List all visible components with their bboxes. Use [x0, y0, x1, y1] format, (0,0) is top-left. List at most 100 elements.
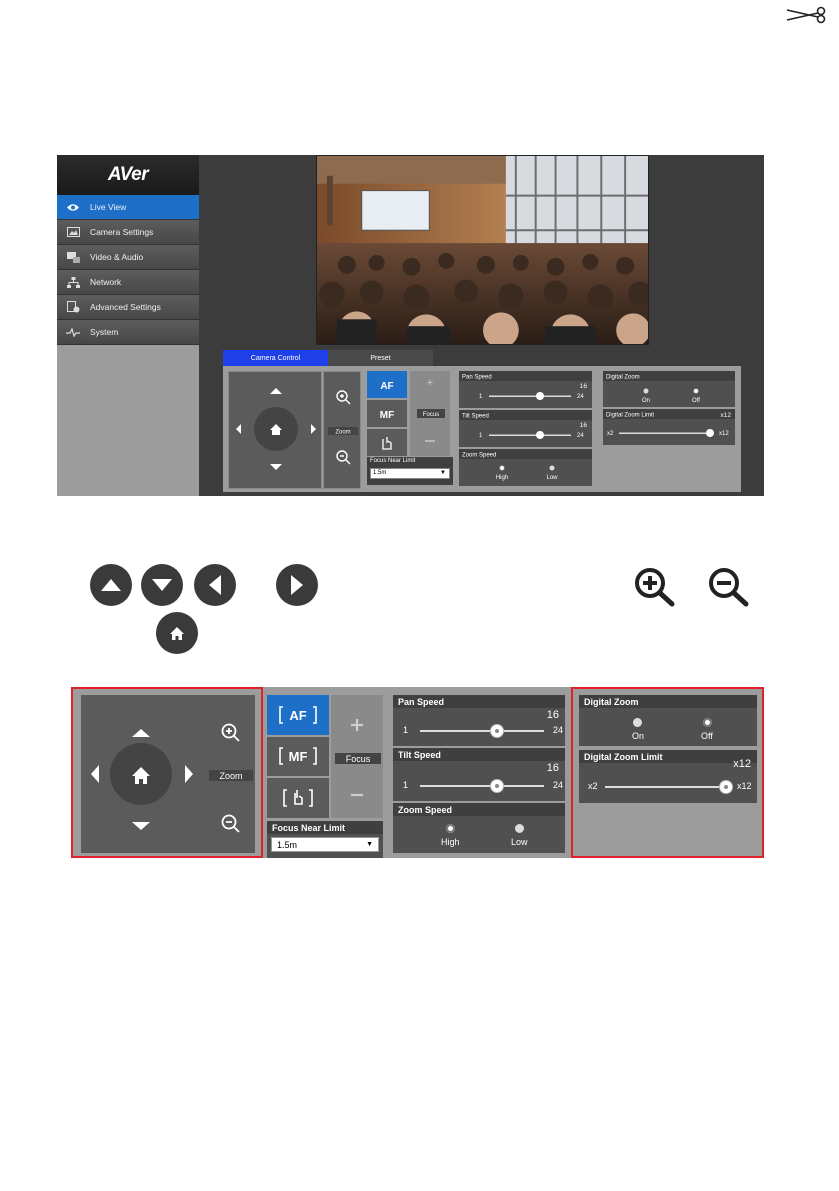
- svg-text:x12: x12: [719, 431, 729, 437]
- zoom-speed-header: Zoom Speed: [393, 803, 565, 816]
- svg-text:24: 24: [577, 433, 584, 439]
- pan-speed-body: 16 1 24: [393, 708, 565, 746]
- zoom-in-icon: [635, 568, 675, 607]
- svg-text:Low: Low: [546, 475, 558, 481]
- camera-control-panel-small: Zoom AF MF + Focus Focus Near Limit 1.5m…: [223, 366, 741, 492]
- tilt-speed-body: 16 1 24: [393, 761, 565, 801]
- pan-speed-value: 16: [546, 709, 559, 721]
- sidebar-item-video-audio[interactable]: Video & Audio: [57, 245, 199, 270]
- digital-zoom-small: Digital Zoom On Off Digital Zoom Limit x…: [603, 371, 736, 446]
- mf-button[interactable]: MF: [267, 737, 329, 776]
- eye-icon: [65, 201, 81, 213]
- image-icon: [65, 226, 81, 238]
- focus-near-limit-small: Focus Near Limit 1.5m ▼: [367, 457, 453, 485]
- zoom-speed-low-label: Low: [511, 837, 528, 847]
- af-button-label: AF: [380, 381, 393, 392]
- zoom-out-icon: [709, 568, 749, 607]
- pan-speed-track: [420, 730, 544, 732]
- arrow-right-icon: [276, 564, 318, 606]
- pan-speed-knob-small: [536, 392, 544, 400]
- pan-down-button: [270, 464, 282, 470]
- svg-text:x12: x12: [721, 412, 732, 419]
- pan-up-button: [270, 388, 282, 394]
- tilt-speed-track: [420, 785, 544, 787]
- control-tabs: Camera Control Preset: [223, 350, 433, 366]
- sidebar-item-camera-settings[interactable]: Camera Settings: [57, 220, 199, 245]
- tilt-speed-label-small: Tilt Speed: [462, 414, 489, 420]
- focus-adjust-column: Focus: [331, 695, 383, 818]
- digital-zoom-label-small: Digital Zoom: [606, 375, 640, 381]
- pan-speed-slider-knob[interactable]: [491, 725, 503, 737]
- sidebar: AVer Live View Camera Settings Video & A…: [57, 155, 199, 496]
- pan-right-button: [311, 424, 316, 434]
- tab-camera-control[interactable]: Camera Control: [223, 350, 328, 366]
- zoom-in-icon: [336, 390, 351, 405]
- focus-buttons: AF MF + Focus: [367, 371, 453, 456]
- ptz-highlight-box: [71, 687, 263, 858]
- zoom-speed-high-label: High: [441, 837, 460, 847]
- live-video-preview: [316, 155, 649, 345]
- arrow-left-icon: [194, 564, 236, 606]
- home-icon: [156, 612, 198, 654]
- tilt-speed-value-small: 16: [580, 422, 588, 429]
- zoom-out-icon: [336, 450, 351, 465]
- svg-text:MF: MF: [289, 749, 308, 764]
- tilt-speed-knob-small: [536, 431, 544, 439]
- web-ui-screenshot: AVer Live View Camera Settings Video & A…: [57, 155, 764, 496]
- focus-near-limit-label: Focus Near Limit: [267, 821, 383, 834]
- sidebar-item-system[interactable]: System: [57, 320, 199, 345]
- settings-doc-icon: [65, 301, 81, 313]
- ptz-pad: [228, 371, 322, 489]
- zoom-speed-body: High Low: [393, 816, 565, 853]
- pan-speed-max: 24: [553, 725, 564, 735]
- pan-speed-value-small: 16: [580, 383, 588, 390]
- tilt-speed-slider-knob[interactable]: [491, 780, 503, 792]
- camera-control-panel-large: Zoom AF MF Focus Focus Near Limit 1.5m ▼…: [71, 687, 764, 858]
- pan-speed-min: 1: [403, 725, 409, 735]
- scissors-icon: [786, 6, 826, 24]
- svg-text:Off: Off: [692, 398, 700, 404]
- mf-button-label: MF: [380, 410, 394, 421]
- zoom-speed-label-small: Zoom Speed: [462, 453, 496, 459]
- focus-near-limit-select[interactable]: 1.5m ▼: [271, 837, 379, 852]
- arrow-down-icon: [141, 564, 183, 606]
- svg-text:24: 24: [577, 394, 584, 400]
- arrow-up-icon: [90, 564, 132, 606]
- pan-left-button: [236, 424, 241, 434]
- svg-text:x2: x2: [607, 431, 614, 437]
- tilt-speed-max: 24: [553, 780, 564, 790]
- svg-text:+: +: [427, 377, 433, 389]
- focus-near-limit-select-small[interactable]: 1.5m ▼: [370, 468, 450, 479]
- zoom-speed-high-radio[interactable]: [446, 824, 455, 833]
- focus-label-small: Focus: [423, 412, 439, 418]
- svg-text:On: On: [642, 398, 650, 404]
- zoom-label-small: Zoom: [335, 430, 350, 436]
- tilt-speed-header: Tilt Speed: [393, 748, 565, 761]
- sidebar-item-live-view[interactable]: Live View: [57, 195, 199, 220]
- video-audio-icon: [65, 251, 81, 263]
- aver-logo: AVer: [57, 155, 199, 195]
- network-icon: [65, 276, 81, 288]
- svg-text:AF: AF: [289, 708, 306, 723]
- pulse-icon: [65, 326, 81, 338]
- pan-speed-label-small: Pan Speed: [462, 375, 492, 381]
- sidebar-item-advanced-settings[interactable]: Advanced Settings: [57, 295, 199, 320]
- focus-plus-button: [351, 719, 363, 731]
- zoom-speed-low-radio[interactable]: [515, 824, 524, 833]
- digital-zoom-limit-knob-small: [706, 429, 714, 437]
- af-button[interactable]: AF: [267, 695, 329, 735]
- touch-focus-button[interactable]: [267, 778, 329, 818]
- focus-label: Focus: [346, 754, 371, 764]
- dropdown-caret-icon: ▼: [440, 470, 446, 476]
- touch-icon: [294, 790, 303, 805]
- tilt-speed-min: 1: [403, 780, 409, 790]
- digital-zoom-limit-label-small: Digital Zoom Limit: [606, 413, 654, 419]
- sidebar-nav: Live View Camera Settings Video & Audio …: [57, 195, 199, 345]
- pan-speed-header: Pan Speed: [393, 695, 565, 708]
- dropdown-caret-icon: ▼: [366, 841, 373, 848]
- zoom-column: Zoom: [323, 371, 361, 489]
- speed-controls-small: Pan Speed 16 1 24 Tilt Speed 16 1 24 Zoo…: [459, 371, 596, 486]
- svg-text:High: High: [496, 475, 508, 481]
- tab-preset[interactable]: Preset: [328, 350, 433, 366]
- sidebar-item-network[interactable]: Network: [57, 270, 199, 295]
